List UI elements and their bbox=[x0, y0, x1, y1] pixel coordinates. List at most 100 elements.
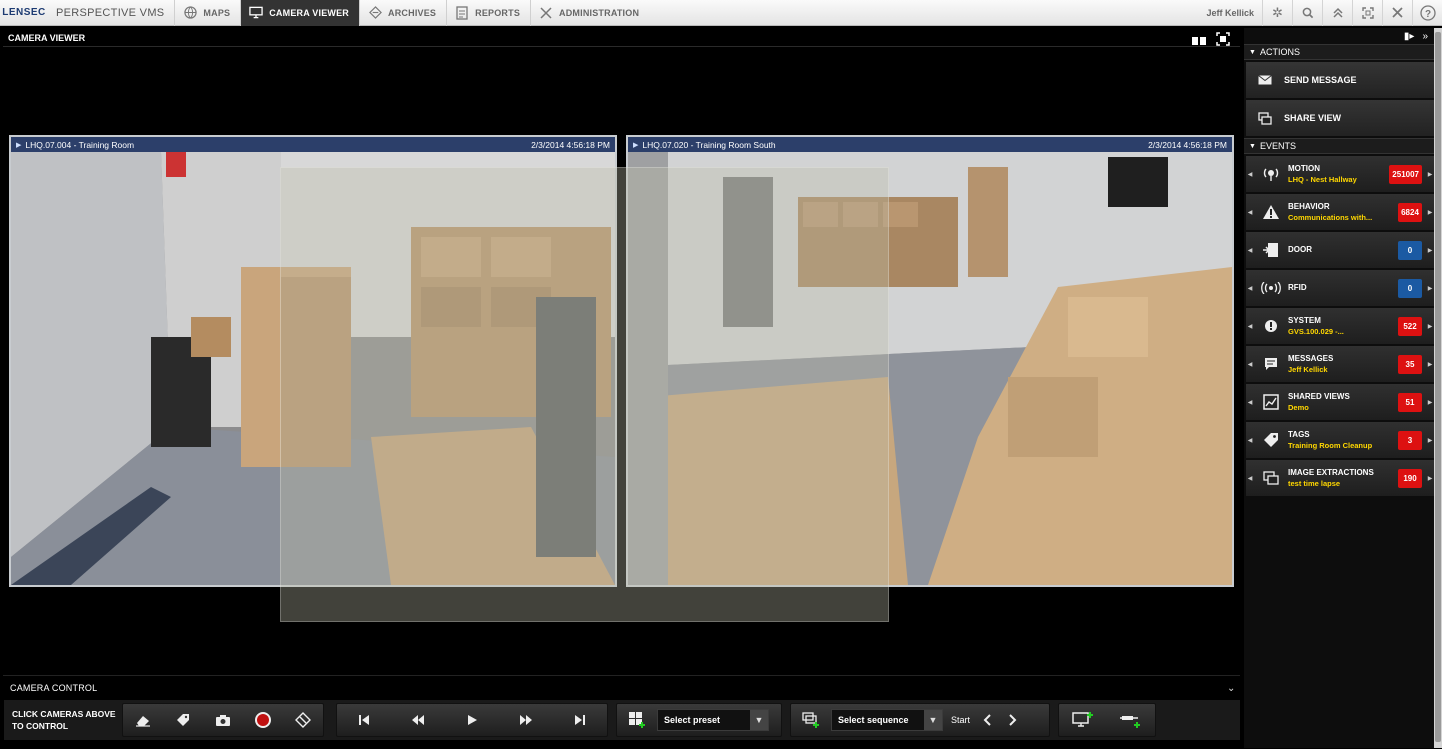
record-icon[interactable] bbox=[243, 703, 283, 737]
fullscreen-icon[interactable] bbox=[1352, 0, 1382, 26]
side-panel-controls: ▮▸ » bbox=[1244, 28, 1434, 44]
action-label: SHARE VIEW bbox=[1284, 113, 1342, 123]
tab-camera-viewer[interactable]: CAMERA VIEWER bbox=[240, 0, 360, 26]
triangle-right-icon[interactable]: ▶ bbox=[1426, 285, 1434, 292]
search-icon[interactable] bbox=[1292, 0, 1322, 26]
event-count-badge: 251007 bbox=[1389, 164, 1422, 184]
event-count-badge: 190 bbox=[1398, 468, 1422, 488]
triangle-right-icon[interactable]: ▶ bbox=[1426, 171, 1434, 178]
event-detail: Jeff Kellick bbox=[1288, 365, 1328, 374]
camera-control-hint: CLICK CAMERAS ABOVE TO CONTROL bbox=[12, 709, 116, 731]
event-rfid[interactable]: ◀ RFID 0 ▶ bbox=[1246, 270, 1434, 306]
triangle-left-icon[interactable]: ◀ bbox=[1246, 361, 1254, 368]
event-messages[interactable]: ◀ MESSAGES Jeff Kellick 35 ▶ bbox=[1246, 346, 1434, 382]
triangle-right-icon[interactable]: ▶ bbox=[1426, 209, 1434, 216]
dropdown-arrow-icon[interactable]: ▼ bbox=[750, 710, 768, 730]
fast-forward-icon[interactable] bbox=[499, 703, 553, 737]
triangle-left-icon[interactable]: ◀ bbox=[1246, 285, 1254, 292]
chevron-down-icon[interactable]: ⌄ bbox=[1227, 683, 1235, 694]
scrollbar-thumb[interactable] bbox=[1435, 32, 1441, 742]
sequence-start-label[interactable]: Start bbox=[951, 715, 970, 725]
event-name: RFID bbox=[1288, 282, 1307, 292]
camera-control-divider[interactable] bbox=[3, 675, 1240, 676]
camera-tile-training-room-south[interactable]: ▶ LHQ.07.020 - Training Room South 2/3/2… bbox=[626, 135, 1234, 587]
event-count-badge: 0 bbox=[1398, 278, 1422, 298]
event-detail: GVS.100.029 -... bbox=[1288, 327, 1344, 336]
eraser-icon[interactable] bbox=[123, 703, 163, 737]
layout-2x1-icon[interactable] bbox=[1192, 32, 1206, 51]
actions-section-header[interactable]: ▼ ACTIONS bbox=[1244, 44, 1434, 60]
triangle-left-icon[interactable]: ◀ bbox=[1246, 209, 1254, 216]
event-count-badge: 0 bbox=[1398, 240, 1422, 260]
events-section-title: EVENTS bbox=[1259, 141, 1296, 151]
event-image-extractions[interactable]: ◀ IMAGE EXTRACTIONS test time lapse 190 … bbox=[1246, 460, 1434, 496]
triangle-right-icon[interactable]: ▶ bbox=[1426, 323, 1434, 330]
event-door[interactable]: ◀ DOOR 0 ▶ bbox=[1246, 232, 1434, 268]
event-detail: LHQ - Nest Hallway bbox=[1288, 175, 1357, 184]
events-section-header[interactable]: ▼ EVENTS bbox=[1244, 138, 1434, 154]
sequence-group: Select sequence ▼ Start bbox=[790, 703, 1050, 737]
share-view-button[interactable]: SHARE VIEW bbox=[1246, 100, 1434, 136]
triangle-right-icon[interactable]: ▶ bbox=[1426, 475, 1434, 482]
pin-panel-icon[interactable]: ▮▸ bbox=[1404, 31, 1415, 42]
triangle-left-icon[interactable]: ◀ bbox=[1246, 171, 1254, 178]
help-icon[interactable]: ? bbox=[1412, 0, 1442, 26]
tab-reports[interactable]: REPORTS bbox=[446, 0, 530, 26]
add-monitor-icon[interactable] bbox=[1059, 703, 1107, 737]
tab-label: ARCHIVES bbox=[388, 7, 437, 18]
rfid-icon bbox=[1254, 282, 1288, 294]
tab-archives[interactable]: ARCHIVES bbox=[359, 0, 446, 26]
camera-control-title: CAMERA CONTROL bbox=[10, 683, 98, 693]
dropdown-arrow-icon[interactable]: ▼ bbox=[924, 710, 942, 730]
envelope-icon bbox=[1246, 75, 1284, 85]
add-preset-icon[interactable] bbox=[617, 703, 657, 737]
image-extraction-icon bbox=[1254, 471, 1288, 485]
triangle-left-icon[interactable]: ◀ bbox=[1246, 399, 1254, 406]
event-motion[interactable]: ◀ MOTION LHQ - Nest Hallway 251007 ▶ bbox=[1246, 156, 1434, 192]
play-icon[interactable] bbox=[445, 703, 499, 737]
event-shared-views[interactable]: ◀ SHARED VIEWS Demo 51 ▶ bbox=[1246, 384, 1434, 420]
ptz-focus-icon[interactable] bbox=[283, 703, 323, 737]
preset-select[interactable]: Select preset ▼ bbox=[657, 709, 769, 731]
chevron-right-icon[interactable] bbox=[1000, 703, 1026, 737]
event-count-badge: 51 bbox=[1398, 392, 1422, 412]
tab-label: ADMINISTRATION bbox=[559, 7, 640, 18]
triangle-right-icon[interactable]: ▶ bbox=[1426, 361, 1434, 368]
top-nav-bar: LENSEC PERSPECTIVE VMS MAPS CAMERA VIEWE… bbox=[0, 0, 1442, 26]
viewer-fullscreen-icon[interactable] bbox=[1216, 32, 1230, 51]
side-panel-scrollbar[interactable] bbox=[1434, 28, 1442, 748]
camera-timestamp: 2/3/2014 4:56:18 PM bbox=[1148, 139, 1227, 150]
event-detail: Communications with... bbox=[1288, 213, 1373, 222]
svg-text:?: ? bbox=[1424, 9, 1430, 20]
chevron-left-icon[interactable] bbox=[974, 703, 1000, 737]
add-sequence-icon[interactable] bbox=[791, 703, 831, 737]
skip-to-end-icon[interactable] bbox=[553, 703, 607, 737]
settings-icon[interactable]: ✲ bbox=[1262, 0, 1292, 26]
snapshot-camera-icon[interactable] bbox=[203, 703, 243, 737]
tag-icon[interactable] bbox=[163, 703, 203, 737]
triangle-left-icon[interactable]: ◀ bbox=[1246, 475, 1254, 482]
tab-maps[interactable]: MAPS bbox=[174, 0, 240, 26]
camera-tile-training-room[interactable]: ▶ LHQ.07.004 - Training Room 2/3/2014 4:… bbox=[9, 135, 617, 587]
send-message-button[interactable]: SEND MESSAGE bbox=[1246, 62, 1434, 98]
triangle-right-icon[interactable]: ▶ bbox=[1426, 437, 1434, 444]
event-behavior[interactable]: ◀ BEHAVIOR Communications with... 6824 ▶ bbox=[1246, 194, 1434, 230]
triangle-right-icon[interactable]: ▶ bbox=[1426, 399, 1434, 406]
message-icon bbox=[1254, 356, 1288, 372]
close-icon[interactable] bbox=[1382, 0, 1412, 26]
triangle-right-icon[interactable]: ▶ bbox=[1426, 247, 1434, 254]
sequence-select[interactable]: Select sequence ▼ bbox=[831, 709, 943, 731]
tab-administration[interactable]: ADMINISTRATION bbox=[530, 0, 649, 26]
rewind-icon[interactable] bbox=[391, 703, 445, 737]
event-tags[interactable]: ◀ TAGS Training Room Cleanup 3 ▶ bbox=[1246, 422, 1434, 458]
actions-section-title: ACTIONS bbox=[1259, 47, 1300, 57]
add-output-icon[interactable] bbox=[1107, 703, 1155, 737]
triangle-left-icon[interactable]: ◀ bbox=[1246, 323, 1254, 330]
event-system[interactable]: ◀ SYSTEM GVS.100.029 -... 522 ▶ bbox=[1246, 308, 1434, 344]
triangle-left-icon[interactable]: ◀ bbox=[1246, 437, 1254, 444]
collapse-panel-icon[interactable]: » bbox=[1422, 31, 1428, 42]
triangle-left-icon[interactable]: ◀ bbox=[1246, 247, 1254, 254]
current-user[interactable]: Jeff Kellick bbox=[1206, 8, 1254, 18]
collapse-icon[interactable] bbox=[1322, 0, 1352, 26]
skip-to-start-icon[interactable] bbox=[337, 703, 391, 737]
